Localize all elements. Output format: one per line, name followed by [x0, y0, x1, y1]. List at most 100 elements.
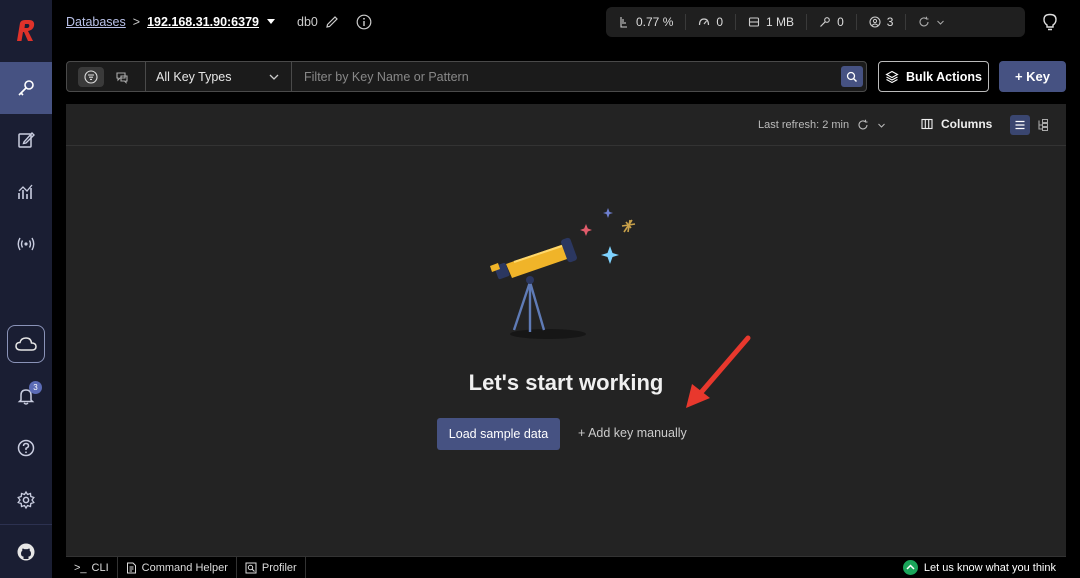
database-name: db0	[297, 15, 318, 29]
help-icon	[17, 439, 35, 457]
cloud-button[interactable]	[7, 325, 45, 363]
search-mode-toggle	[67, 62, 146, 91]
cli-label: CLI	[91, 561, 109, 574]
sidebar-item-workbench[interactable]	[0, 114, 52, 166]
notification-badge: 3	[29, 381, 42, 394]
chevron-down-icon	[878, 123, 885, 128]
refresh-button[interactable]	[857, 119, 869, 131]
breadcrumb-separator: >	[132, 15, 141, 29]
refresh-icon	[919, 16, 929, 27]
bulk-actions-label: Bulk Actions	[906, 69, 982, 84]
host-dropdown-icon[interactable]	[266, 18, 276, 26]
stat-cpu: 0.77 %	[606, 14, 687, 30]
document-icon	[126, 562, 136, 573]
stat-ops-value: 0	[716, 15, 724, 29]
stat-keys-value: 0	[837, 15, 844, 29]
gauge-icon	[699, 18, 710, 26]
feedback-icon	[902, 560, 918, 575]
github-button[interactable]	[0, 526, 52, 578]
add-key-button[interactable]: + Key	[999, 61, 1066, 92]
view-toggle	[1010, 115, 1053, 135]
auto-refresh-dropdown[interactable]	[877, 121, 886, 130]
cli-button[interactable]: >_ CLI	[66, 556, 118, 578]
notifications-button[interactable]	[0, 370, 52, 422]
filter-icon	[83, 69, 98, 84]
top-bar: Databases > 192.168.31.90:6379 db0 0.77 …	[52, 0, 1080, 46]
stat-memory-value: 1 MB	[766, 15, 795, 29]
sidebar: 3	[0, 0, 52, 578]
gear-icon	[17, 490, 35, 510]
chevron-down-icon	[269, 74, 279, 80]
key-list-panel: Last refresh: 2 min Columns Let's start …	[66, 104, 1066, 556]
help-button[interactable]	[0, 422, 52, 474]
columns-button[interactable]: Columns	[921, 117, 992, 131]
telescope-illustration	[490, 208, 636, 339]
layers-icon	[885, 70, 899, 83]
redis-logo-icon	[17, 20, 35, 41]
stat-memory: 1 MB	[736, 14, 808, 30]
last-refresh-label: Last refresh: 2 min	[758, 119, 850, 131]
stat-clients-value: 3	[886, 15, 894, 29]
command-helper-button[interactable]: Command Helper	[118, 556, 237, 578]
memory-icon	[748, 17, 760, 27]
auto-refresh-control[interactable]	[906, 14, 957, 30]
bulk-actions-button[interactable]: Bulk Actions	[878, 61, 989, 92]
insights-bulb-icon[interactable]	[1040, 12, 1060, 32]
breadcrumb: Databases > 192.168.31.90:6379 db0	[66, 14, 372, 30]
edit-icon	[18, 131, 35, 148]
vector-search-button[interactable]	[109, 67, 135, 87]
refresh-icon	[858, 119, 868, 130]
feedback-label: Let us know what you think	[923, 561, 1056, 574]
panel-header: Last refresh: 2 min Columns	[66, 104, 1066, 146]
tree-view-button[interactable]	[1033, 115, 1053, 135]
redis-logo[interactable]	[0, 0, 52, 62]
list-view-icon	[1015, 120, 1025, 130]
sidebar-item-browser[interactable]	[0, 62, 52, 114]
add-key-manually-link[interactable]: + Add key manually	[578, 426, 687, 440]
cloud-icon	[15, 337, 37, 351]
stat-keys: 0	[807, 14, 857, 30]
breadcrumb-databases-link[interactable]: Databases	[66, 15, 126, 29]
feedback-link[interactable]: Let us know what you think	[902, 560, 1056, 575]
breadcrumb-host[interactable]: 192.168.31.90:6379	[147, 15, 259, 29]
stat-cpu-value: 0.77 %	[636, 15, 674, 29]
github-icon	[17, 543, 35, 561]
key-icon	[18, 80, 34, 96]
users-icon	[869, 16, 881, 28]
annotation-arrow-icon	[686, 335, 751, 408]
broadcast-icon	[17, 237, 35, 251]
search-button[interactable]	[841, 66, 863, 87]
command-helper-label: Command Helper	[141, 561, 228, 574]
settings-button[interactable]	[0, 474, 52, 526]
bottom-bar: >_ CLI Command Helper Profiler Let us kn…	[66, 556, 1066, 578]
filter-mode-button[interactable]	[77, 66, 104, 87]
database-stats: 0.77 % 0 1 MB 0 3	[606, 7, 1025, 37]
search-icon	[846, 71, 857, 82]
analytics-icon	[18, 184, 33, 199]
sidebar-item-analysis[interactable]	[0, 166, 52, 218]
profiler-button[interactable]: Profiler	[237, 556, 306, 578]
chevron-down-icon	[937, 20, 945, 25]
edit-db-pencil-icon[interactable]	[325, 15, 339, 29]
columns-icon	[921, 118, 933, 130]
chat-search-icon	[115, 71, 128, 84]
columns-label: Columns	[941, 117, 993, 131]
key-filter-bar: All Key Types	[66, 61, 867, 92]
key-type-select[interactable]: All Key Types	[146, 62, 292, 91]
profiler-icon	[245, 562, 257, 573]
load-sample-data-button[interactable]: Load sample data	[437, 418, 560, 450]
stat-ops: 0	[686, 14, 737, 30]
cpu-icon	[620, 17, 627, 28]
key-icon	[820, 17, 830, 27]
list-view-button[interactable]	[1010, 115, 1030, 135]
sidebar-item-pubsub[interactable]	[0, 218, 52, 270]
last-refresh-value: 2 min	[822, 119, 850, 131]
key-type-value: All Key Types	[156, 69, 232, 84]
stat-clients: 3	[857, 14, 907, 30]
sidebar-divider	[0, 524, 52, 525]
last-refresh: Last refresh: 2 min	[758, 119, 886, 131]
empty-state-title: Let's start working	[468, 370, 664, 395]
key-filter-input[interactable]	[304, 69, 824, 84]
profiler-label: Profiler	[261, 561, 297, 574]
info-icon[interactable]	[356, 14, 372, 30]
